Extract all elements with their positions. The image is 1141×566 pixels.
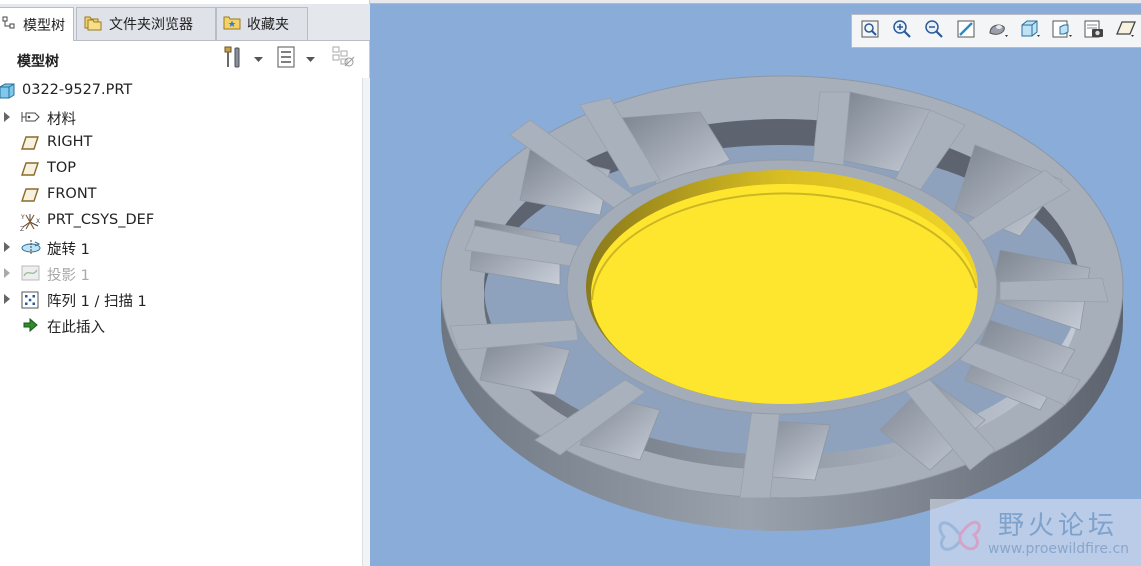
navigator-panel: 模型树 文件夹浏览器 收藏夹 模型树 0322-9527.PRT 材料 RIGH…	[0, 0, 371, 566]
settings-dropdown-button[interactable]	[222, 45, 263, 73]
tree-item-label: 投影 1	[47, 268, 90, 284]
expand-arrow-icon[interactable]	[4, 294, 10, 304]
view-manager-button[interactable]	[1082, 19, 1106, 43]
tree-item-csys[interactable]: Y X Z PRT_CSYS_DEF	[0, 208, 362, 234]
zoom-in-button[interactable]	[890, 19, 914, 43]
tab-folder-browser[interactable]: 文件夹浏览器	[76, 7, 216, 40]
chevron-down-icon	[306, 51, 315, 67]
saved-views-button[interactable]	[1050, 19, 1074, 43]
tree-item-projection[interactable]: 投影 1	[0, 260, 362, 286]
tools-icon	[222, 45, 244, 73]
datum-plane-icon	[20, 134, 40, 152]
tree-item-label: FRONT	[47, 186, 97, 202]
tree-item-part[interactable]: 0322-9527.PRT	[0, 78, 362, 104]
tree-item-revolve[interactable]: 旋转 1	[0, 234, 362, 260]
tree-item-label: 0322-9527.PRT	[22, 82, 133, 98]
tab-label: 收藏夹	[247, 17, 289, 33]
svg-text:Y: Y	[20, 214, 25, 221]
refit-button[interactable]	[858, 19, 882, 43]
display-style-button[interactable]	[986, 19, 1010, 43]
expand-arrow-icon[interactable]	[4, 242, 10, 252]
svg-text:X: X	[36, 218, 40, 225]
tree-item-label: RIGHT	[47, 134, 93, 150]
view-manager-icon	[1083, 19, 1105, 43]
tree-item-datum-top[interactable]: TOP	[0, 156, 362, 182]
folder-browser-icon	[83, 13, 103, 35]
model-tree: 0322-9527.PRT 材料 RIGHT TOP FRONT Y X Z P…	[0, 78, 362, 338]
tree-item-label: TOP	[47, 160, 77, 176]
saved-orientations-button[interactable]	[1018, 19, 1042, 43]
insert-arrow-icon	[20, 316, 40, 334]
datum-plane-icon	[20, 186, 40, 204]
datum-plane-icon	[20, 160, 40, 178]
coordinate-system-icon: Y X Z	[20, 212, 40, 233]
saved-views-icon	[1051, 19, 1073, 43]
tab-favorites[interactable]: 收藏夹	[216, 7, 308, 40]
chevron-down-icon	[254, 51, 263, 67]
favorites-icon	[223, 14, 241, 34]
tree-item-material[interactable]: 材料	[0, 104, 362, 130]
tab-model-tree[interactable]: 模型树	[0, 7, 74, 41]
repaint-icon	[956, 19, 976, 43]
part-model[interactable]	[370, 4, 1141, 566]
tree-item-label: 材料	[47, 112, 76, 128]
selected-face	[591, 184, 977, 404]
graphics-toolbar	[851, 14, 1141, 48]
expand-arrow-icon[interactable]	[4, 268, 10, 278]
watermark-url: www.proewildfire.cn	[988, 541, 1130, 557]
butterfly-logo-icon	[938, 520, 981, 551]
zoom-out-button[interactable]	[922, 19, 946, 43]
tree-item-insert-here[interactable]: 在此插入	[0, 312, 362, 338]
tree-item-label: 阵列 1 / 扫描 1	[47, 294, 147, 310]
tab-label: 模型树	[23, 17, 65, 34]
tree-item-datum-front[interactable]: FRONT	[0, 182, 362, 208]
model-tree-icon	[1, 15, 17, 35]
part-icon	[0, 82, 16, 100]
expand-arrow-icon[interactable]	[4, 112, 10, 122]
revolve-icon	[20, 238, 41, 256]
tree-item-pattern[interactable]: 阵列 1 / 扫描 1	[0, 286, 362, 312]
model-tree-header: 模型树	[0, 41, 364, 77]
pattern-icon	[20, 290, 40, 309]
tab-label: 文件夹浏览器	[109, 17, 193, 33]
tree-item-label: 旋转 1	[47, 242, 90, 258]
filter-button[interactable]	[331, 45, 357, 73]
tree-item-datum-right[interactable]: RIGHT	[0, 130, 362, 156]
filter-icon	[331, 45, 357, 73]
datum-display-button[interactable]	[1114, 19, 1138, 43]
refit-icon	[860, 19, 880, 43]
watermark-title: 野火论坛	[998, 511, 1119, 541]
graphics-viewport[interactable]: 野火论坛 www.proewildfire.cn	[370, 4, 1141, 566]
zoom-in-icon	[892, 19, 912, 43]
tree-item-label: PRT_CSYS_DEF	[47, 212, 155, 228]
panel-title: 模型树	[17, 54, 59, 70]
tree-item-label: 在此插入	[47, 320, 105, 336]
navigator-tabbar: 模型树 文件夹浏览器 收藏夹	[0, 4, 370, 41]
projection-icon	[20, 264, 40, 282]
datum-display-icon	[1115, 19, 1137, 43]
forum-watermark: 野火论坛 www.proewildfire.cn	[930, 499, 1141, 566]
repaint-button[interactable]	[954, 19, 978, 43]
svg-text:Z: Z	[20, 226, 24, 232]
material-icon	[20, 108, 40, 126]
display-style-icon	[987, 19, 1009, 43]
saved-orientations-icon	[1019, 19, 1041, 43]
zoom-out-icon	[924, 19, 944, 43]
tree-list-icon	[276, 46, 296, 72]
show-dropdown-button[interactable]	[276, 46, 315, 72]
